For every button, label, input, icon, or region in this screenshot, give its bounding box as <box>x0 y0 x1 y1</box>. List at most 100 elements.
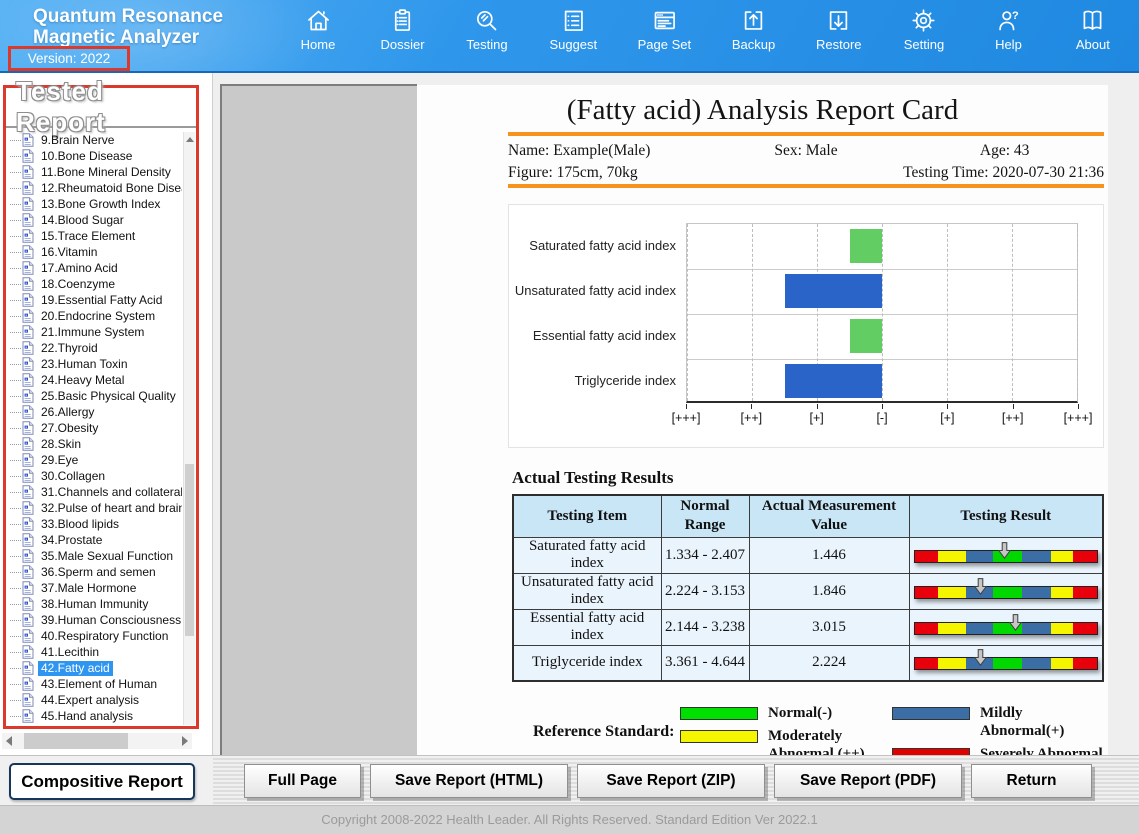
chart-gridline-v <box>882 224 883 401</box>
tree-item-12-rheumatoid-bone-disease[interactable]: 12.Rheumatoid Bone Disease <box>7 180 182 196</box>
nav-item-help[interactable]: ?Help <box>986 7 1030 67</box>
main-nav: Home Dossier Testing Suggest Page Set Backup R… <box>296 7 1115 67</box>
axis-tickmark <box>882 404 883 409</box>
tree-item-20-endocrine-system[interactable]: 20.Endocrine System <box>7 308 182 324</box>
report-doc-icon <box>22 325 34 339</box>
tree-item-13-bone-growth-index[interactable]: 13.Bone Growth Index <box>7 196 182 212</box>
table-row-unsaturated-fatty-acid-index: Unsaturated fatty acid index2.224 - 3.15… <box>513 573 1103 609</box>
report-doc-icon <box>22 357 34 371</box>
save-report-pdf-button[interactable]: Save Report (PDF) <box>774 764 962 798</box>
toolbar-buttons: Full Page Save Report (HTML) Save Report (… <box>244 756 1139 798</box>
tree-item-42-fatty-acid[interactable]: 42.Fatty acid <box>7 660 182 676</box>
axis-tick-label: [-] <box>876 411 887 425</box>
tree-horizontal-scrollbar[interactable] <box>2 733 192 749</box>
nav-item-restore[interactable]: Restore <box>816 7 862 67</box>
tree-item-16-vitamin[interactable]: 16.Vitamin <box>7 244 182 260</box>
tree-item-17-amino-acid[interactable]: 17.Amino Acid <box>7 260 182 276</box>
tree-item-label: 16.Vitamin <box>38 245 100 260</box>
axis-tick-label: [+++] <box>1064 411 1093 425</box>
tree-item-33-blood-lipids[interactable]: 33.Blood lipids <box>7 516 182 532</box>
tree-item-23-human-toxin[interactable]: 23.Human Toxin <box>7 356 182 372</box>
scroll-left-icon[interactable] <box>6 736 12 746</box>
chart-label-essential-fatty-acid-index: Essential fatty acid index <box>509 313 685 358</box>
tree-vertical-scrollbar[interactable] <box>183 132 195 725</box>
tree-branch-line <box>10 396 21 397</box>
report-toolbar: Full Page Save Report (HTML) Save Report (… <box>213 755 1139 805</box>
horizontal-scroll-thumb[interactable] <box>24 733 128 749</box>
tree-item-27-obesity[interactable]: 27.Obesity <box>7 420 182 436</box>
nav-item-suggest[interactable]: Suggest <box>549 7 597 67</box>
sidebar-footer: Compositive Report <box>0 755 213 805</box>
scroll-right-icon[interactable] <box>182 736 188 746</box>
tree-item-40-respiratory-function[interactable]: 40.Respiratory Function <box>7 628 182 644</box>
save-report-zip-button[interactable]: Save Report (ZIP) <box>577 764 765 798</box>
tree-item-39-human-consciousness-lev[interactable]: 39.Human Consciousness Lev <box>7 612 182 628</box>
nav-item-dossier[interactable]: Dossier <box>380 7 424 67</box>
severity-segment <box>1022 551 1051 562</box>
tree-item-38-human-immunity[interactable]: 38.Human Immunity <box>7 596 182 612</box>
tree-item-26-allergy[interactable]: 26.Allergy <box>7 404 182 420</box>
tree-item-37-male-hormone[interactable]: 37.Male Hormone <box>7 580 182 596</box>
tree-item-35-male-sexual-function[interactable]: 35.Male Sexual Function <box>7 548 182 564</box>
tree-item-15-trace-element[interactable]: 15.Trace Element <box>7 228 182 244</box>
legend-text: Moderately Abnormal (++) <box>768 727 892 755</box>
axis-tickmark <box>817 404 818 409</box>
nav-item-page-set[interactable]: Page Set <box>638 7 692 67</box>
tree-item-9-brain-nerve[interactable]: 9.Brain Nerve <box>7 132 182 148</box>
nav-label: Dossier <box>380 37 424 52</box>
tree-item-25-basic-physical-quality[interactable]: 25.Basic Physical Quality <box>7 388 182 404</box>
severity-segment <box>938 658 965 669</box>
tree-item-21-immune-system[interactable]: 21.Immune System <box>7 324 182 340</box>
axis-tickmark <box>1013 404 1014 409</box>
nav-item-backup[interactable]: Backup <box>732 7 776 67</box>
col-header-testing-result: Testing Result <box>909 495 1103 537</box>
nav-label: About <box>1076 37 1110 52</box>
tree-item-34-prostate[interactable]: 34.Prostate <box>7 532 182 548</box>
nav-item-testing[interactable]: Testing <box>465 7 509 67</box>
tree-branch-line <box>10 316 21 317</box>
vertical-scroll-thumb[interactable] <box>185 464 194 636</box>
chart-label-triglyceride-index: Triglyceride index <box>509 358 685 403</box>
report-doc-icon <box>22 517 34 531</box>
axis-tick-label: [+] <box>940 411 954 425</box>
report-left-margin <box>220 84 417 755</box>
nav-item-home[interactable]: Home <box>296 7 340 67</box>
return-button[interactable]: Return <box>971 764 1092 798</box>
report-doc-icon <box>22 373 34 387</box>
tree-item-22-thyroid[interactable]: 22.Thyroid <box>7 340 182 356</box>
header-bar: Quantum Resonance Magnetic Analyzer Vers… <box>0 0 1139 73</box>
tree-item-41-lecithin[interactable]: 41.Lecithin <box>7 644 182 660</box>
tree-item-19-essential-fatty-acid[interactable]: 19.Essential Fatty Acid <box>7 292 182 308</box>
legend-text: Severely Abnormal (+++) <box>980 745 1104 755</box>
tree-item-10-bone-disease[interactable]: 10.Bone Disease <box>7 148 182 164</box>
tree-item-11-bone-mineral-density[interactable]: 11.Bone Mineral Density <box>7 164 182 180</box>
tree-item-36-sperm-and-semen[interactable]: 36.Sperm and semen <box>7 564 182 580</box>
nav-item-about[interactable]: About <box>1071 7 1115 67</box>
cell-measurement-value: 2.224 <box>749 645 909 681</box>
full-page-button[interactable]: Full Page <box>244 764 361 798</box>
nav-label: Restore <box>816 37 862 52</box>
tree-item-14-blood-sugar[interactable]: 14.Blood Sugar <box>7 212 182 228</box>
tree-item-label: 13.Bone Growth Index <box>38 197 163 212</box>
nav-item-setting[interactable]: Setting <box>902 7 946 67</box>
tree-item-label: 30.Collagen <box>38 469 108 484</box>
save-report-html-button[interactable]: Save Report (HTML) <box>370 764 568 798</box>
tree-item-43-element-of-human[interactable]: 43.Element of Human <box>7 676 182 692</box>
scroll-up-icon[interactable] <box>186 137 194 142</box>
tree-item-30-collagen[interactable]: 30.Collagen <box>7 468 182 484</box>
result-severity-bar <box>914 550 1098 563</box>
tree-item-31-channels-and-collaterals[interactable]: 31.Channels and collaterals <box>7 484 182 500</box>
result-pointer-icon <box>974 649 987 671</box>
tree-item-29-eye[interactable]: 29.Eye <box>7 452 182 468</box>
axis-tickmark <box>947 404 948 409</box>
tree-item-45-hand-analysis[interactable]: 45.Hand analysis <box>7 708 182 724</box>
tree-branch-line <box>10 156 21 157</box>
tree-item-24-heavy-metal[interactable]: 24.Heavy Metal <box>7 372 182 388</box>
tree-item-28-skin[interactable]: 28.Skin <box>7 436 182 452</box>
tree-item-32-pulse-of-heart-and-brain[interactable]: 32.Pulse of heart and brain <box>7 500 182 516</box>
tree-item-44-expert-analysis[interactable]: 44.Expert analysis <box>7 692 182 708</box>
tree-item-label: 26.Allergy <box>38 405 97 420</box>
tree-branch-line <box>10 412 21 413</box>
compositive-report-button[interactable]: Compositive Report <box>9 763 195 800</box>
tree-item-18-coenzyme[interactable]: 18.Coenzyme <box>7 276 182 292</box>
